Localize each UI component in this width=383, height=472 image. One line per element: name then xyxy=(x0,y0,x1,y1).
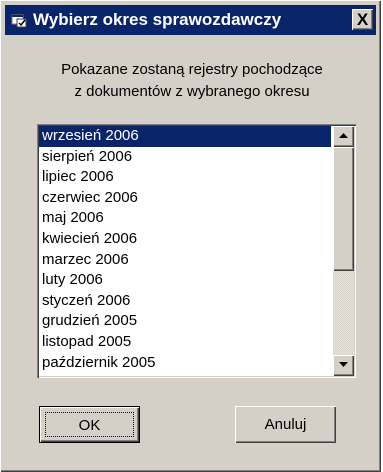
triangle-up-icon xyxy=(339,133,348,138)
period-list-item[interactable]: listopad 2005 xyxy=(39,332,331,353)
cancel-button[interactable]: Anuluj xyxy=(235,406,336,443)
period-list-item[interactable]: październik 2005 xyxy=(39,353,331,374)
period-list-item[interactable]: czerwiec 2006 xyxy=(39,188,331,209)
period-list-item[interactable]: maj 2006 xyxy=(39,208,331,229)
ok-button-label: OK xyxy=(78,417,101,434)
window-app-icon xyxy=(11,12,27,28)
period-list-item[interactable]: sierpień 2006 xyxy=(39,147,331,168)
period-list-item[interactable]: wrzesień 2006 xyxy=(39,126,331,147)
dialog-title: Wybierz okres sprawozdawczy xyxy=(33,10,282,29)
title-bar[interactable]: Wybierz okres sprawozdawczy X xyxy=(5,5,376,35)
period-list-item[interactable]: grudzień 2005 xyxy=(39,311,331,332)
dialog-window: Wybierz okres sprawozdawczy X Pokazane z… xyxy=(0,0,381,472)
triangle-down-icon xyxy=(339,362,348,367)
message-line-2: z dokumentów z wybranego okresu xyxy=(74,83,310,100)
message-line-1: Pokazane zostaną rejestry pochodzące xyxy=(61,61,323,78)
close-button[interactable]: X xyxy=(352,9,373,30)
vertical-scrollbar[interactable] xyxy=(333,126,354,376)
period-list-item[interactable]: styczeń 2006 xyxy=(39,291,331,312)
ok-button[interactable]: OK xyxy=(39,406,140,443)
scroll-thumb[interactable] xyxy=(333,147,354,271)
period-listbox[interactable]: wrzesień 2006 sierpień 2006 lipiec 2006 cze… xyxy=(37,124,356,378)
period-list-item[interactable]: lipiec 2006 xyxy=(39,167,331,188)
info-message: Pokazane zostaną rejestry pochodzące z d… xyxy=(21,59,363,103)
period-list-item[interactable]: luty 2006 xyxy=(39,270,331,291)
period-list: wrzesień 2006 sierpień 2006 lipiec 2006 cze… xyxy=(39,126,331,373)
scroll-up-button[interactable] xyxy=(333,126,354,147)
period-list-item[interactable]: kwiecień 2006 xyxy=(39,229,331,250)
scroll-down-button[interactable] xyxy=(333,355,354,376)
period-list-item[interactable]: marzec 2006 xyxy=(39,250,331,271)
